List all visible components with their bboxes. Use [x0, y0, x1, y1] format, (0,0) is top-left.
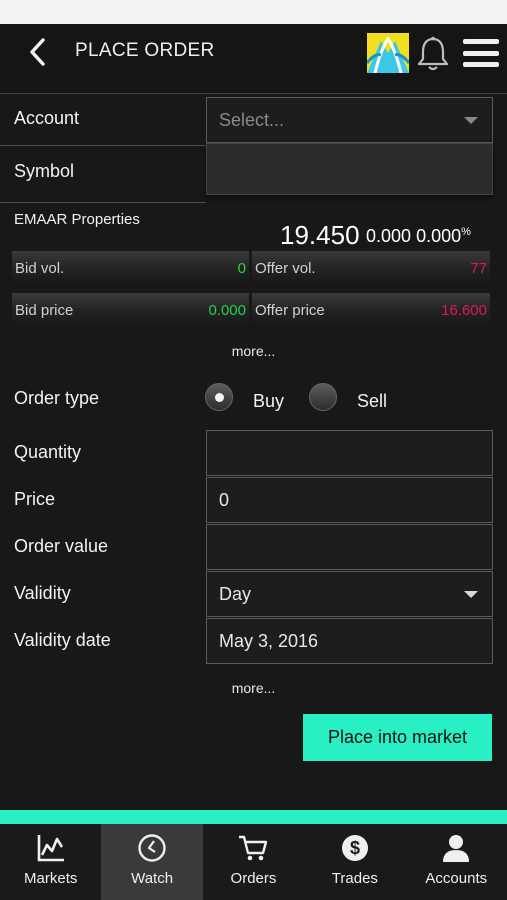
tab-orders[interactable]: Orders: [203, 824, 304, 900]
change-value: 0.000: [366, 226, 412, 246]
order-type-label: Order type: [14, 388, 100, 408]
page-title: PLACE ORDER: [75, 40, 215, 61]
sell-radio[interactable]: [309, 383, 337, 411]
tab-trades[interactable]: $ Trades: [304, 824, 405, 900]
line-chart-icon: [37, 835, 64, 862]
validity-date-input[interactable]: May 3, 2016: [206, 618, 493, 664]
offer-price-label: Offer price: [255, 302, 325, 319]
buy-label[interactable]: Buy: [253, 391, 284, 412]
quantity-input[interactable]: [206, 430, 493, 476]
app-header: PLACE ORDER: [0, 24, 507, 94]
quantity-label: Quantity: [14, 442, 82, 462]
divider: [0, 145, 206, 146]
chevron-down-icon: [464, 591, 478, 598]
offer-price-value: 16.600: [441, 302, 487, 319]
change-percent: 0.000: [416, 226, 462, 246]
order-more-link[interactable]: more...: [0, 680, 507, 696]
tab-label: Accounts: [425, 870, 488, 887]
last-price: 19.450: [280, 220, 360, 250]
offer-volume-value: 77: [470, 260, 487, 277]
quote-more-link[interactable]: more...: [0, 343, 507, 359]
place-into-market-button[interactable]: Place into market: [303, 714, 492, 761]
user-icon: [443, 835, 470, 862]
tab-accounts[interactable]: Accounts: [406, 824, 507, 900]
price-value: 0: [219, 489, 230, 510]
dollar-coin-icon: $: [341, 835, 368, 861]
divider: [0, 202, 206, 203]
bid-volume-cell: Bid vol. 0: [12, 251, 249, 286]
bell-icon: [417, 36, 449, 71]
percent-sign: %: [461, 226, 471, 238]
bid-price-value: 0.000: [208, 302, 246, 319]
symbol-label: Symbol: [14, 161, 75, 181]
hamburger-line: [463, 62, 499, 67]
account-label: Account: [14, 108, 80, 128]
validity-date-value: May 3, 2016: [219, 630, 319, 651]
validity-label: Validity: [14, 583, 71, 603]
chevron-left-icon: [30, 38, 45, 66]
offer-volume-label: Offer vol.: [255, 260, 316, 277]
account-select-value: Select...: [219, 109, 285, 130]
bid-volume-label: Bid vol.: [15, 260, 65, 277]
brand-logo: [365, 33, 411, 74]
bottom-tab-bar: Markets Watch Orders $ Trades Accounts: [0, 824, 507, 900]
back-button[interactable]: [20, 34, 56, 70]
tab-label: Markets: [24, 870, 78, 887]
price-change: 0.000 0.000%: [366, 226, 471, 247]
tab-watch[interactable]: Watch: [101, 824, 203, 900]
bid-price-label: Bid price: [15, 302, 74, 319]
validity-date-label: Validity date: [14, 630, 111, 650]
hamburger-line: [463, 50, 499, 56]
tab-label: Watch: [131, 870, 174, 887]
account-dropdown-panel[interactable]: [206, 143, 493, 195]
tab-label: Trades: [331, 870, 378, 887]
instrument-name: EMAAR Properties: [14, 211, 140, 228]
sell-label[interactable]: Sell: [357, 391, 387, 412]
cart-icon: [239, 835, 268, 861]
buy-radio[interactable]: [205, 383, 233, 411]
offer-price-cell: Offer price 16.600: [252, 293, 490, 328]
chevron-down-icon: [464, 117, 478, 124]
bid-price-cell: Bid price 0.000: [12, 293, 249, 328]
price-input[interactable]: 0: [206, 477, 493, 523]
radio-selected-dot: [215, 393, 224, 402]
status-bar: [0, 0, 507, 24]
hamburger-menu-icon: [463, 39, 499, 44]
order-value-label: Order value: [14, 536, 109, 556]
validity-value: Day: [219, 583, 252, 604]
tab-label: Orders: [230, 870, 277, 887]
bid-volume-value: 0: [237, 260, 246, 277]
price-label: Price: [14, 489, 56, 509]
validity-select[interactable]: Day: [206, 571, 493, 617]
menu-button[interactable]: [462, 36, 500, 70]
svg-text:$: $: [350, 838, 360, 858]
order-value-input[interactable]: [206, 524, 493, 570]
clock-icon: [138, 834, 166, 862]
account-select[interactable]: Select...: [206, 97, 493, 143]
notifications-button[interactable]: [414, 34, 452, 74]
accent-bar: [0, 810, 507, 824]
offer-volume-cell: Offer vol. 77: [252, 251, 490, 286]
tab-markets[interactable]: Markets: [0, 824, 101, 900]
